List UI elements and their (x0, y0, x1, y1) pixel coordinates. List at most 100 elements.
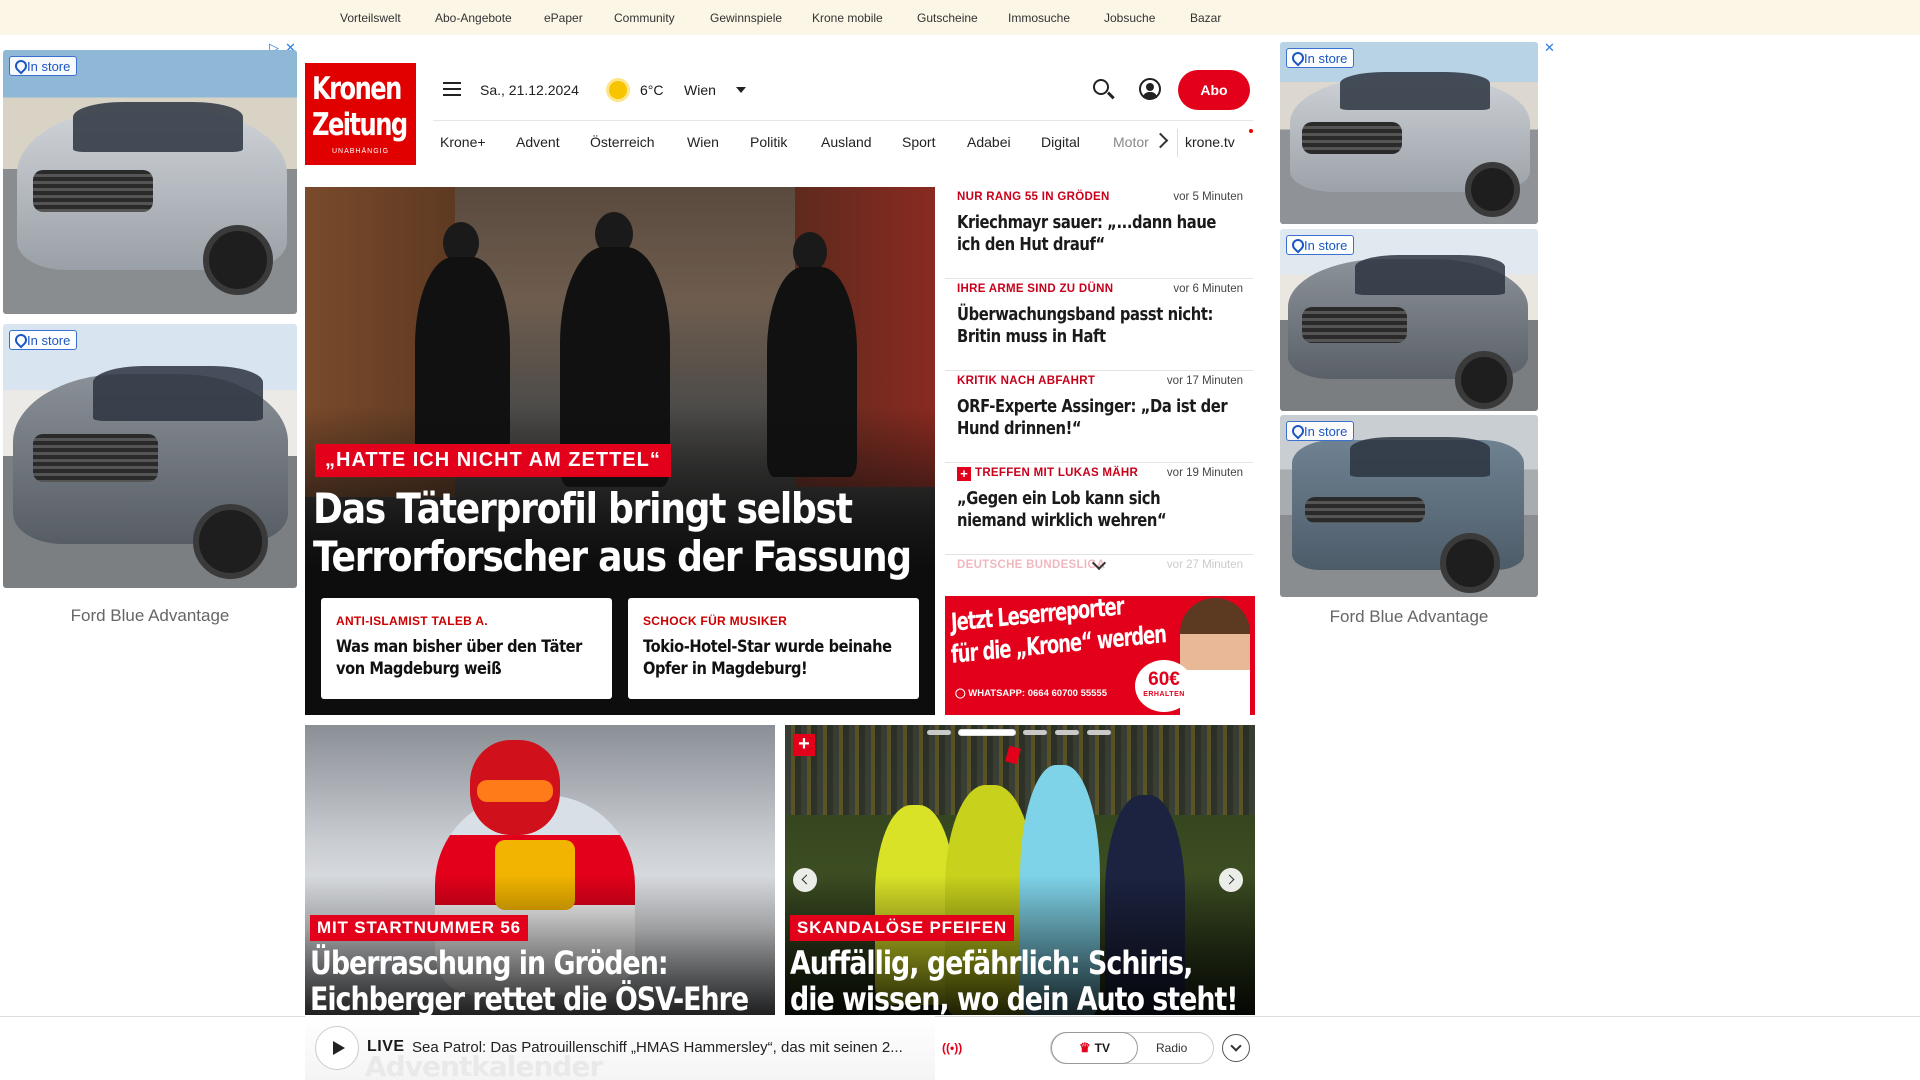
menu-icon[interactable] (443, 82, 461, 96)
news-ticker: NUR RANG 55 IN GRÖDEN vor 5 Minuten Krie… (945, 187, 1253, 575)
ticker-title: Überwachungsband passt nicht: Britin mus… (957, 304, 1213, 347)
ticker-kicker: DEUTSCHE BUNDESLIGA (957, 559, 1106, 571)
nav-item-oesterreich[interactable]: Österreich (590, 134, 655, 150)
now-playing-text[interactable]: Sea Patrol: Das Patrouillenschiff „HMAS … (412, 1039, 932, 1056)
reward-badge: 60€ ERHALTEN (1135, 660, 1193, 712)
top-link-jobsuche[interactable]: Jobsuche (1104, 11, 1155, 25)
carousel-prev-button[interactable] (793, 868, 817, 892)
nav-item-advent[interactable]: Advent (516, 134, 560, 150)
article-card[interactable]: MIT STARTNUMMER 56 Überraschung in Gröde… (305, 725, 775, 1015)
user-icon[interactable] (1139, 78, 1161, 100)
nav-item-digital[interactable]: Digital (1041, 134, 1080, 150)
ad-car-image[interactable]: In store (3, 50, 297, 314)
carousel-next-button[interactable] (1219, 868, 1243, 892)
location-pin-icon (14, 334, 24, 346)
ad-advertiser[interactable]: Ford Blue Advantage (1280, 607, 1538, 627)
top-link-community[interactable]: Community (614, 11, 675, 25)
ad-close-icon[interactable]: ✕ (1544, 40, 1555, 56)
chevron-right-icon[interactable] (1152, 132, 1169, 149)
related-title: Was man bisher über den Täter von Magdeb… (336, 637, 582, 679)
search-icon[interactable] (1093, 79, 1109, 95)
in-store-badge: In store (9, 56, 78, 76)
logo-text: Kronen (312, 71, 402, 107)
hero-article[interactable]: „HATTE ICH NICHT AM ZETTEL“ Das Täterpro… (305, 187, 935, 715)
nav-item-ausland[interactable]: Ausland (821, 134, 872, 150)
top-link-bazar[interactable]: Bazar (1190, 11, 1221, 25)
carousel-dot-active[interactable] (959, 730, 1015, 735)
ad-car-image[interactable]: In store (1280, 229, 1538, 411)
card-kicker: SKANDALÖSE PFEIFEN (790, 915, 1014, 941)
left-ad[interactable]: ▷ ✕ In store In store Ford Blue Advantag… (0, 40, 300, 640)
top-link-abo-angebote[interactable]: Abo-Angebote (435, 11, 512, 25)
in-store-badge: In store (1286, 48, 1355, 68)
nav-divider (1177, 129, 1178, 157)
hero-headline-line: Terrorforscher aus der Fassung (313, 532, 912, 581)
expand-player-button[interactable] (1222, 1034, 1250, 1062)
in-store-badge: In store (1286, 235, 1355, 255)
top-link-vorteilswelt[interactable]: Vorteilswelt (340, 11, 401, 25)
hero-kicker: „HATTE ICH NICHT AM ZETTEL“ (315, 444, 671, 477)
broadcast-icon: ((•)) (942, 1041, 963, 1055)
ticker-item[interactable]: NUR RANG 55 IN GRÖDEN vor 5 Minuten Krie… (945, 187, 1253, 279)
carousel-dot[interactable] (927, 730, 951, 735)
live-label: LIVE (367, 1038, 405, 1055)
tv-tab[interactable]: ♛ TV (1051, 1032, 1138, 1064)
ad-car-image[interactable]: In store (1280, 42, 1538, 224)
ad-car-image[interactable]: In store (1280, 415, 1538, 597)
related-title: Tokio-Hotel-Star wurde beinahe Opfer in … (643, 637, 892, 679)
top-link-gutscheine[interactable]: Gutscheine (917, 11, 978, 25)
hero-headline[interactable]: Das Täterprofil bringt selbst Terrorfors… (313, 485, 915, 581)
ticker-title: „Gegen ein Lob kann sich niemand wirklic… (957, 488, 1167, 531)
ticker-item[interactable]: + TREFFEN MIT LUKAS MÄHR vor 19 Minuten „… (945, 463, 1253, 555)
ticker-item[interactable]: KRITIK NACH ABFAHRT vor 17 Minuten ORF-E… (945, 371, 1253, 463)
ticker-kicker: NUR RANG 55 IN GRÖDEN (957, 191, 1110, 203)
logo-tagline: UNABHÄNGIG (331, 148, 390, 155)
kronen-zeitung-logo[interactable]: Kronen Zeitung UNABHÄNGIG (305, 63, 416, 165)
ad-advertiser[interactable]: Ford Blue Advantage (0, 606, 300, 626)
carousel-dot[interactable] (1023, 730, 1047, 735)
related-article-card[interactable]: ANTI-ISLAMIST TALEB A. Was man bisher üb… (321, 598, 612, 699)
top-link-epaper[interactable]: ePaper (544, 11, 583, 25)
nav-item-adabei[interactable]: Adabei (967, 134, 1011, 150)
logo-text: Zeitung (312, 107, 408, 143)
carousel-dot[interactable] (1087, 730, 1111, 735)
nav-item-sport[interactable]: Sport (902, 134, 935, 150)
abo-button[interactable]: Abo (1178, 70, 1250, 110)
nav-item-motor[interactable]: Motor (1113, 134, 1149, 150)
related-kicker: ANTI-ISLAMIST TALEB A. (336, 614, 488, 628)
krone-plus-icon: + (957, 467, 971, 481)
nav-item-krone-tv[interactable]: krone.tv (1185, 134, 1235, 150)
nav-item-wien[interactable]: Wien (687, 134, 719, 150)
header-toolbar: Sa., 21.12.2024 6°C Wien Abo (433, 70, 1253, 110)
nav-item-krone-plus[interactable]: Krone+ (440, 134, 486, 150)
top-link-gewinnspiele[interactable]: Gewinnspiele (710, 11, 782, 25)
related-article-card[interactable]: SCHOCK FÜR MUSIKER Tokio-Hotel-Star wurd… (628, 598, 919, 699)
krone-plus-icon: + (793, 734, 815, 756)
tv-radio-toggle[interactable]: ♛ TV Radio (1050, 1032, 1214, 1064)
in-store-badge: In store (1286, 421, 1355, 441)
ticker-kicker: KRITIK NACH ABFAHRT (957, 375, 1096, 387)
radio-tab[interactable]: Radio (1156, 1041, 1187, 1055)
ticker-time: vor 27 Minuten (1166, 559, 1243, 571)
chevron-down-icon[interactable] (736, 87, 746, 93)
carousel-dot[interactable] (1055, 730, 1079, 735)
related-kicker: SCHOCK FÜR MUSIKER (643, 614, 788, 628)
leserreporter-banner[interactable]: Jetzt Leserreporter für die „Krone“ werd… (945, 596, 1255, 715)
weather-city-select[interactable]: Wien (684, 82, 716, 98)
ticker-time: vor 17 Minuten (1166, 375, 1243, 387)
right-ad[interactable]: ▷ ✕ In store In store In store Ford Blue… (1280, 40, 1560, 640)
ticker-title: ORF-Experte Assinger: „Da ist der Hund d… (957, 396, 1228, 439)
top-link-immosuche[interactable]: Immosuche (1008, 11, 1070, 25)
ticker-time: vor 6 Minuten (1173, 283, 1243, 295)
card-kicker: MIT STARTNUMMER 56 (310, 915, 528, 941)
in-store-badge: In store (9, 330, 78, 350)
card-headline: Überraschung in Gröden: Eichberger rette… (310, 944, 749, 1015)
nav-item-politik[interactable]: Politik (750, 134, 787, 150)
top-link-krone-mobile[interactable]: Krone mobile (812, 11, 883, 25)
location-pin-icon (14, 60, 24, 72)
play-button[interactable] (315, 1026, 359, 1070)
ticker-item[interactable]: IHRE ARME SIND ZU DÜNN vor 6 Minuten Übe… (945, 279, 1253, 371)
sun-icon (609, 81, 627, 99)
ad-car-image[interactable]: In store (3, 324, 297, 588)
article-card[interactable]: + SKANDALÖSE PFEIFEN Auffällig, gefährli… (785, 725, 1255, 1015)
